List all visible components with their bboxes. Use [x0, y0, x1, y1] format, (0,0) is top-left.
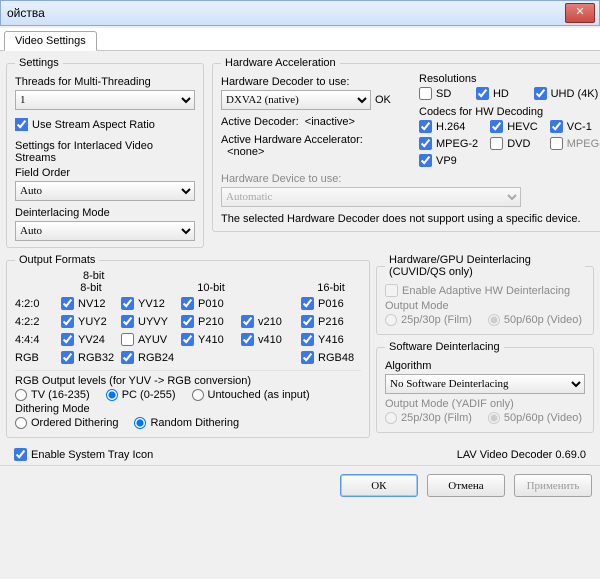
hw-decoder-label: Hardware Decoder to use:: [221, 76, 411, 88]
fmt-p216[interactable]: P216: [301, 315, 361, 328]
rgb-pc-radio[interactable]: PC (0-255): [106, 389, 176, 401]
hw-device-select: Automatic: [221, 187, 521, 207]
codec-hevc-checkbox[interactable]: HEVC: [490, 120, 538, 133]
settings-legend: Settings: [15, 57, 63, 69]
fmt-y416[interactable]: Y416: [301, 333, 361, 346]
sw-deint-outmode-label: Output Mode (YADIF only): [385, 398, 585, 410]
fmt-nv12[interactable]: NV12: [61, 297, 121, 310]
active-accel-label: Active Hardware Accelerator:: [221, 134, 363, 146]
tab-strip: Video Settings: [0, 28, 600, 51]
hw-device-note: The selected Hardware Decoder does not s…: [221, 213, 600, 225]
codec-mpeg4-checkbox[interactable]: MPEG-4: [550, 137, 600, 150]
rgb-levels-label: RGB Output levels (for YUV -> RGB conver…: [15, 375, 361, 387]
dither-random-radio[interactable]: Random Dithering: [134, 417, 239, 429]
codecs-label: Codecs for HW Decoding: [419, 106, 600, 118]
fmt-y410[interactable]: Y410: [181, 333, 241, 346]
version-label: LAV Video Decoder 0.69.0: [457, 449, 586, 461]
fmt-v410[interactable]: v410: [241, 333, 301, 346]
interlaced-section-label: Settings for Interlaced Video Streams: [15, 140, 195, 164]
cancel-button[interactable]: Отмена: [427, 474, 505, 497]
use-aspect-label: Use Stream Aspect Ratio: [32, 119, 155, 131]
fmt-yv12[interactable]: YV12: [121, 297, 181, 310]
fmt-rgb24[interactable]: RGB24: [121, 351, 181, 364]
res-sd-checkbox[interactable]: SD: [419, 87, 462, 100]
sw-deint-alg-label: Algorithm: [385, 360, 585, 372]
use-aspect-checkbox[interactable]: Use Stream Aspect Ratio: [15, 118, 155, 131]
rgb-untouched-radio[interactable]: Untouched (as input): [192, 389, 310, 401]
active-decoder-label: Active Decoder:: [221, 116, 299, 128]
hw-deint-50p-radio: 50p/60p (Video): [488, 314, 582, 326]
field-order-select[interactable]: Auto: [15, 181, 195, 201]
hw-deint-group: Hardware/GPU Deinterlacing (CUVID/QS onl…: [376, 254, 594, 335]
field-order-label: Field Order: [15, 167, 195, 179]
hw-device-label: Hardware Device to use:: [221, 173, 600, 185]
dither-label: Dithering Mode: [15, 403, 361, 415]
fmt-rgb48[interactable]: RGB48: [301, 351, 361, 364]
hw-accel-legend: Hardware Acceleration: [221, 57, 340, 69]
codec-dvd-checkbox[interactable]: DVD: [490, 137, 538, 150]
output-formats-legend: Output Formats: [15, 254, 99, 266]
hw-decoder-status: OK: [375, 94, 391, 106]
codec-vc1-checkbox[interactable]: VC-1: [550, 120, 600, 133]
settings-group: Settings Threads for Multi-Threading 1 U…: [6, 57, 204, 248]
close-icon[interactable]: ✕: [565, 3, 595, 23]
fmt-p016[interactable]: P016: [301, 297, 361, 310]
hw-deint-legend: Hardware/GPU Deinterlacing (CUVID/QS onl…: [385, 254, 585, 278]
active-accel-value: <none>: [227, 146, 264, 158]
res-uhd-checkbox[interactable]: UHD (4K): [534, 87, 600, 100]
apply-button: Применить: [514, 474, 592, 497]
output-formats-group: Output Formats 8-bit 8-bit10-bit16-bit 4…: [6, 254, 370, 438]
fmt-p010[interactable]: P010: [181, 297, 241, 310]
fmt-yuy2[interactable]: YUY2: [61, 315, 121, 328]
codec-vp9-checkbox[interactable]: VP9: [419, 154, 478, 167]
hw-deint-25p-radio: 25p/30p (Film): [385, 314, 472, 326]
sw-deint-legend: Software Deinterlacing: [385, 341, 504, 353]
dither-ordered-radio[interactable]: Ordered Dithering: [15, 417, 118, 429]
codec-mpeg2-checkbox[interactable]: MPEG-2: [419, 137, 478, 150]
fmt-p210[interactable]: P210: [181, 315, 241, 328]
codec-h264-checkbox[interactable]: H.264: [419, 120, 478, 133]
resolutions-label: Resolutions: [419, 73, 600, 85]
rgb-tv-radio[interactable]: TV (16-235): [15, 389, 90, 401]
sw-deint-50p-radio: 50p/60p (Video): [488, 412, 582, 424]
fmt-rgb32[interactable]: RGB32: [61, 351, 121, 364]
deint-mode-select[interactable]: Auto: [15, 221, 195, 241]
deint-mode-label: Deinterlacing Mode: [15, 207, 195, 219]
fmt-yv24[interactable]: YV24: [61, 333, 121, 346]
fmt-uyvy[interactable]: UYVY: [121, 315, 181, 328]
tray-icon-checkbox[interactable]: Enable System Tray Icon: [14, 448, 153, 461]
tab-video-settings[interactable]: Video Settings: [4, 31, 97, 51]
fmt-ayuv[interactable]: AYUV: [121, 333, 181, 346]
threads-select[interactable]: 1: [15, 90, 195, 110]
sw-deint-group: Software Deinterlacing Algorithm No Soft…: [376, 341, 594, 433]
hw-decoder-select[interactable]: DXVA2 (native): [221, 90, 371, 110]
sw-deint-select[interactable]: No Software Deinterlacing: [385, 374, 585, 394]
window-title: ойства: [7, 6, 45, 20]
hw-deint-enable: Enable Adaptive HW Deinterlacing: [385, 284, 570, 297]
hw-deint-outmode-label: Output Mode: [385, 300, 585, 312]
hw-accel-group: Hardware Acceleration Hardware Decoder t…: [212, 57, 600, 232]
sw-deint-25p-radio: 25p/30p (Film): [385, 412, 472, 424]
ok-button[interactable]: ОК: [340, 474, 418, 497]
fmt-v210[interactable]: v210: [241, 315, 301, 328]
threads-label: Threads for Multi-Threading: [15, 76, 195, 88]
res-hd-checkbox[interactable]: HD: [476, 87, 520, 100]
active-decoder-value: <inactive>: [305, 116, 355, 128]
